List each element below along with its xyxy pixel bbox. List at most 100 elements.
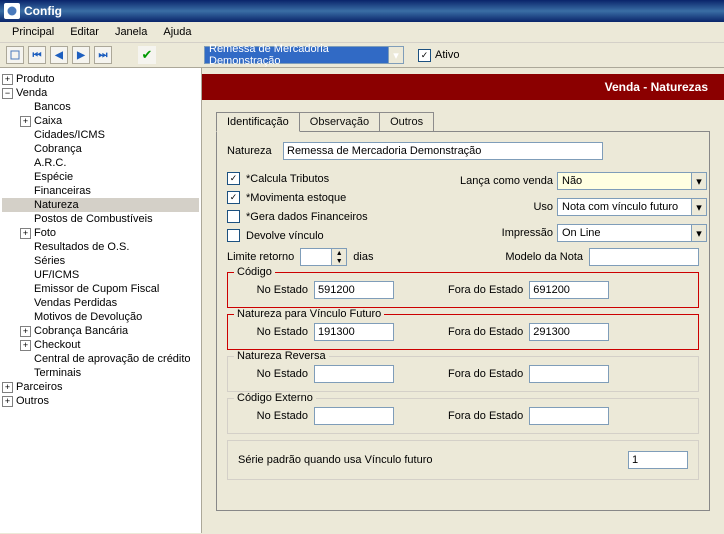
tree-vendas-perdidas[interactable]: Vendas Perdidas	[2, 296, 199, 310]
dropdown-icon: ▾	[691, 225, 706, 241]
externo-fora-estado-input[interactable]	[529, 407, 609, 425]
menubar: Principal Editar Janela Ajuda	[0, 22, 724, 43]
reversa-fora-estado-label: Fora do Estado	[448, 368, 523, 380]
devolve-vinculo-label: Devolve vínculo	[246, 230, 324, 242]
tree-resultados[interactable]: Resultados de O.S.	[2, 240, 199, 254]
calcula-tributos-label: *Calcula Tributos	[246, 173, 329, 185]
tree-parceiros[interactable]: +Parceiros	[2, 380, 199, 394]
tree-financeiras[interactable]: Financeiras	[2, 184, 199, 198]
reversa-no-estado-input[interactable]	[314, 365, 394, 383]
impressao-label: Impressão	[502, 227, 553, 239]
reversa-fieldset: Natureza Reversa No Estado Fora do Estad…	[227, 356, 699, 392]
main-panel: Venda - Naturezas Identificação Observaç…	[202, 68, 724, 533]
tab-strip: Identificação Observação Outros	[216, 112, 710, 132]
tree-motivos[interactable]: Motivos de Devolução	[2, 310, 199, 324]
tree-cidades[interactable]: Cidades/ICMS	[2, 128, 199, 142]
menu-janela[interactable]: Janela	[107, 24, 155, 40]
tree-outros[interactable]: +Outros	[2, 394, 199, 408]
natureza-input[interactable]	[283, 142, 603, 160]
externo-fora-estado-label: Fora do Estado	[448, 410, 523, 422]
uso-combo[interactable]: Nota com vínculo futuro▾	[557, 198, 707, 216]
serie-padrao-input[interactable]	[628, 451, 688, 469]
tree-uficms[interactable]: UF/ICMS	[2, 268, 199, 282]
calcula-tributos-checkbox[interactable]: ✓	[227, 172, 240, 185]
spinner-up-icon[interactable]: ▲	[332, 249, 346, 257]
tree-checkout[interactable]: +Checkout	[2, 338, 199, 352]
tree-arc[interactable]: A.R.C.	[2, 156, 199, 170]
menu-principal[interactable]: Principal	[4, 24, 62, 40]
serie-padrao-fieldset: Série padrão quando usa Vínculo futuro	[227, 440, 699, 480]
main-header: Venda - Naturezas	[202, 74, 724, 100]
vinculo-fieldset: Natureza para Vínculo Futuro No Estado F…	[227, 314, 699, 350]
tree-series[interactable]: Séries	[2, 254, 199, 268]
codigo-no-estado-input[interactable]	[314, 281, 394, 299]
tree-view[interactable]: +Produto −Venda Bancos +Caixa Cidades/IC…	[0, 68, 202, 533]
toolbar-check-button[interactable]: ✔	[138, 46, 156, 64]
tree-natureza[interactable]: Natureza	[2, 198, 199, 212]
codigo-no-estado-label: No Estado	[236, 284, 308, 296]
devolve-vinculo-checkbox[interactable]	[227, 229, 240, 242]
tree-produto[interactable]: +Produto	[2, 72, 199, 86]
reversa-fora-estado-input[interactable]	[529, 365, 609, 383]
menu-ajuda[interactable]: Ajuda	[155, 24, 199, 40]
tree-venda[interactable]: −Venda	[2, 86, 199, 100]
toolbar-btn-1[interactable]	[6, 46, 24, 64]
vinculo-no-estado-label: No Estado	[236, 326, 308, 338]
externo-no-estado-input[interactable]	[314, 407, 394, 425]
modelo-nota-input[interactable]	[589, 248, 699, 266]
toolbar: ⏮ ◀ ▶ ⏭ ✔ Remessa de Mercadoria Demonstr…	[0, 43, 724, 68]
codigo-fieldset: Código No Estado Fora do Estado	[227, 272, 699, 308]
tab-observacao[interactable]: Observação	[299, 112, 380, 132]
titlebar: Config	[0, 0, 724, 22]
tree-caixa[interactable]: +Caixa	[2, 114, 199, 128]
spinner-down-icon[interactable]: ▼	[332, 257, 346, 265]
nav-next-button[interactable]: ▶	[72, 46, 90, 64]
codigo-fora-estado-label: Fora do Estado	[448, 284, 523, 296]
vinculo-no-estado-input[interactable]	[314, 323, 394, 341]
reversa-legend: Natureza Reversa	[234, 350, 329, 362]
ativo-label: Ativo	[435, 49, 459, 61]
tree-emissor[interactable]: Emissor de Cupom Fiscal	[2, 282, 199, 296]
tab-body: Natureza ✓ *Calcula Tributos ✓ *Movimenta …	[216, 131, 710, 511]
serie-padrao-label: Série padrão quando usa Vínculo futuro	[238, 454, 432, 466]
vinculo-fora-estado-input[interactable]	[529, 323, 609, 341]
dropdown-icon: ▾	[691, 199, 706, 215]
nav-last-button[interactable]: ⏭	[94, 46, 112, 64]
movimenta-estoque-label: *Movimenta estoque	[246, 192, 346, 204]
tree-postos[interactable]: Postos de Combustíveis	[2, 212, 199, 226]
toolbar-combo[interactable]: Remessa de Mercadoria Demonstração ▾	[204, 46, 404, 64]
nav-prev-button[interactable]: ◀	[50, 46, 68, 64]
natureza-label: Natureza	[227, 145, 277, 157]
tree-cobranca[interactable]: Cobrança	[2, 142, 199, 156]
dropdown-icon: ▾	[691, 173, 706, 189]
tab-identificacao[interactable]: Identificação	[216, 112, 300, 132]
codigo-fora-estado-input[interactable]	[529, 281, 609, 299]
tab-outros[interactable]: Outros	[379, 112, 434, 132]
vinculo-fora-estado-label: Fora do Estado	[448, 326, 523, 338]
gera-dados-checkbox[interactable]	[227, 210, 240, 223]
ativo-checkbox[interactable]: ✓	[418, 49, 431, 62]
externo-fieldset: Código Externo No Estado Fora do Estado	[227, 398, 699, 434]
tree-terminais[interactable]: Terminais	[2, 366, 199, 380]
impressao-combo[interactable]: On Line▾	[557, 224, 707, 242]
gera-dados-label: *Gera dados Financeiros	[246, 211, 368, 223]
toolbar-combo-text: Remessa de Mercadoria Demonstração	[207, 42, 388, 68]
tree-foto[interactable]: +Foto	[2, 226, 199, 240]
codigo-legend: Código	[234, 266, 275, 278]
tree-especie[interactable]: Espécie	[2, 170, 199, 184]
menu-editar[interactable]: Editar	[62, 24, 107, 40]
uso-label: Uso	[533, 201, 553, 213]
tree-central[interactable]: Central de aprovação de crédito	[2, 352, 199, 366]
app-icon	[4, 3, 20, 19]
nav-first-button[interactable]: ⏮	[28, 46, 46, 64]
externo-no-estado-label: No Estado	[236, 410, 308, 422]
dias-label: dias	[353, 251, 373, 263]
tree-cobranca-banc[interactable]: +Cobrança Bancária	[2, 324, 199, 338]
vinculo-legend: Natureza para Vínculo Futuro	[234, 308, 384, 320]
limite-retorno-spinner[interactable]: ▲▼	[300, 248, 347, 266]
tree-bancos[interactable]: Bancos	[2, 100, 199, 114]
dropdown-icon: ▾	[388, 47, 403, 63]
lanca-venda-combo[interactable]: Não▾	[557, 172, 707, 190]
movimenta-estoque-checkbox[interactable]: ✓	[227, 191, 240, 204]
limite-retorno-label: Limite retorno	[227, 251, 294, 263]
